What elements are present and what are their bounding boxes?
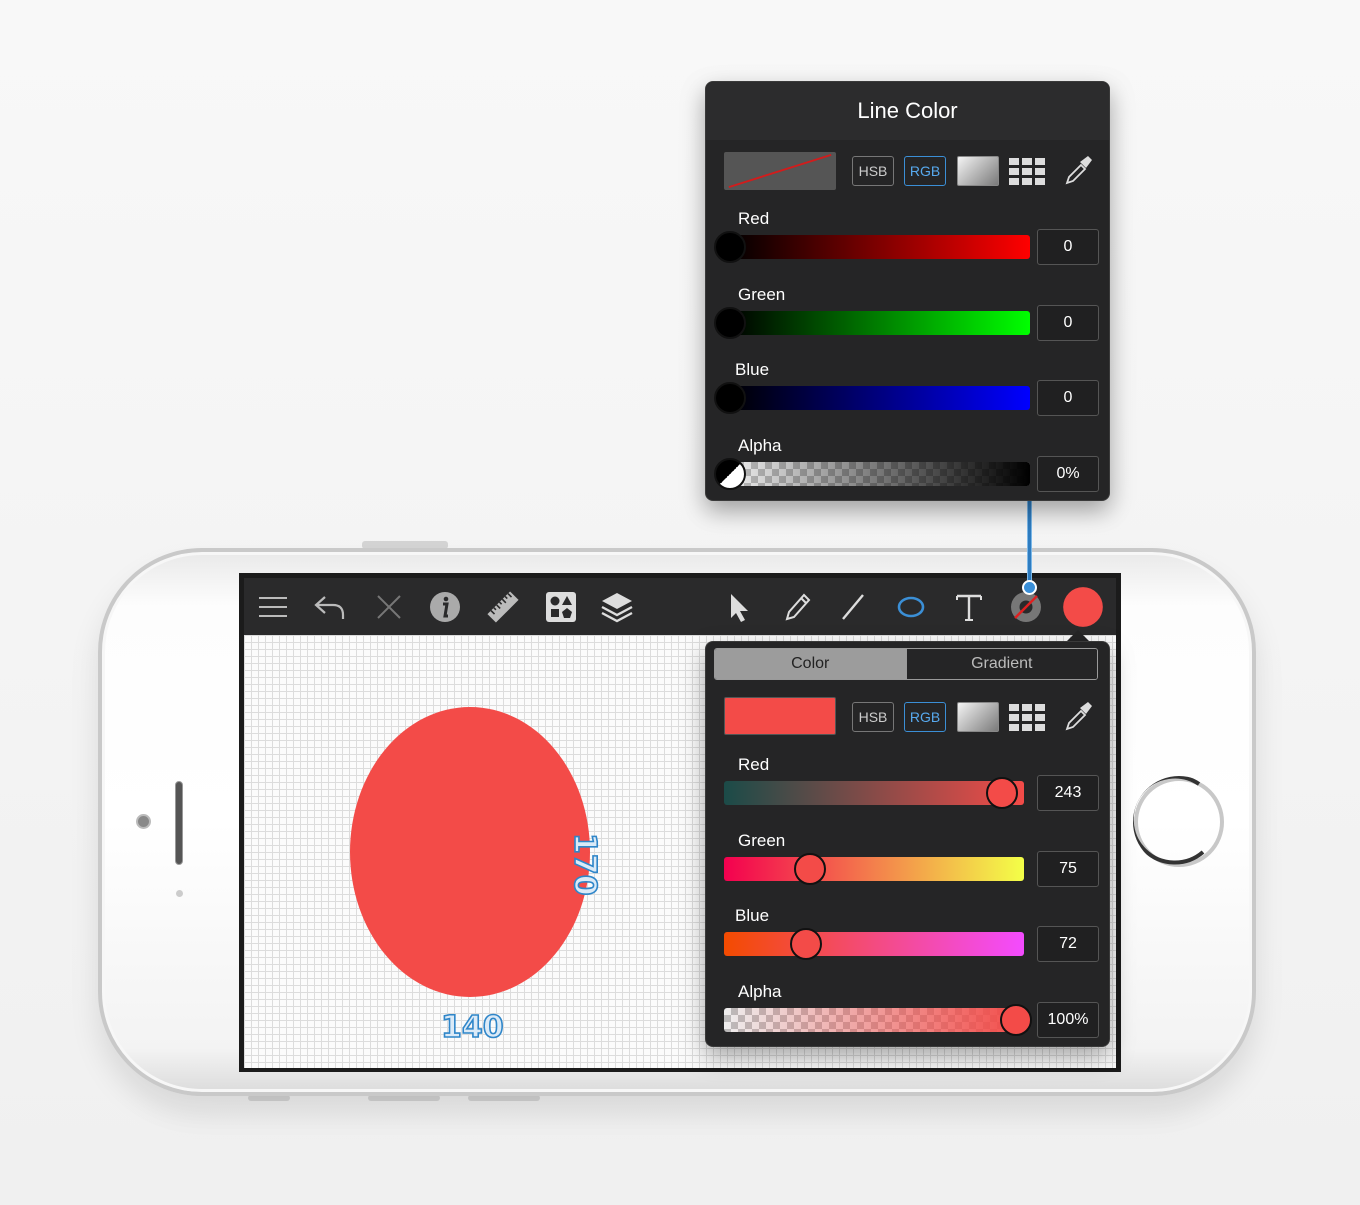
fill-color-popover: Color Gradient HSB RGB Red 243 Green 75 Blue… <box>705 641 1110 1047</box>
grayscale-mode-button[interactable] <box>957 702 999 732</box>
connector-dot <box>1022 580 1037 595</box>
slider-value-blue[interactable]: 0 <box>1037 380 1099 416</box>
proximity-sensor <box>176 890 183 897</box>
tab-gradient[interactable]: Gradient <box>905 649 1097 679</box>
slider-value-blue[interactable]: 72 <box>1037 926 1099 962</box>
select-tool[interactable] <box>716 584 762 630</box>
text-tool[interactable] <box>946 584 992 630</box>
hamburger-icon <box>259 597 287 617</box>
ellipse-icon <box>897 596 925 618</box>
slider-label-blue: Blue <box>735 360 770 379</box>
pencil-icon <box>785 593 811 621</box>
no-color-slash-icon <box>728 153 832 189</box>
ruler-button[interactable] <box>480 584 526 630</box>
tab-color[interactable]: Color <box>715 649 906 679</box>
earpiece-speaker <box>175 781 183 865</box>
slider-knob-red[interactable] <box>986 777 1018 809</box>
slider-label-green: Green <box>738 284 786 304</box>
front-camera <box>136 814 151 829</box>
layers-icon <box>601 593 633 623</box>
width-dimension-label: 140 <box>440 1009 504 1046</box>
color-type-segmented-control: Color Gradient <box>714 648 1098 680</box>
fill-color-button[interactable] <box>1061 585 1105 629</box>
slider-track-blue[interactable] <box>730 386 1030 410</box>
fill-color-swatch <box>724 697 836 735</box>
shapes-icon <box>546 592 576 622</box>
popover-connector <box>1027 500 1032 587</box>
eyedropper-icon[interactable] <box>1061 699 1095 733</box>
layers-button[interactable] <box>594 584 640 630</box>
grayscale-mode-button[interactable] <box>957 156 999 186</box>
ellipse-tool[interactable] <box>888 584 934 630</box>
hsb-mode-button[interactable]: HSB <box>852 156 894 186</box>
slider-label-red: Red <box>738 209 770 228</box>
swatch-grid-icon[interactable] <box>1008 702 1048 732</box>
popover-title: Line Color <box>706 82 1109 140</box>
menu-button[interactable] <box>250 584 296 630</box>
ellipse-shape[interactable] <box>350 707 590 997</box>
rgb-mode-button[interactable]: RGB <box>904 702 946 732</box>
height-dimension-label: 170 <box>566 832 603 896</box>
line-color-popover: Line Color HSB RGB Red 0 Green 0 Blue 0 Alpha 0… <box>705 81 1110 501</box>
info-button[interactable] <box>422 584 468 630</box>
slider-gradient <box>724 1007 1024 1032</box>
slider-track-red[interactable] <box>730 235 1030 259</box>
pencil-tool[interactable] <box>774 584 820 630</box>
slider-label-red: Red <box>738 755 770 774</box>
slider-track-green[interactable] <box>730 310 1030 335</box>
slider-value-alpha[interactable]: 100% <box>1037 1001 1099 1038</box>
slider-gradient <box>724 932 1024 956</box>
slider-value-green[interactable]: 0 <box>1037 304 1099 341</box>
slider-value-red[interactable]: 243 <box>1037 775 1099 811</box>
slider-track-alpha[interactable] <box>730 461 1030 486</box>
slider-knob-green[interactable] <box>714 306 746 339</box>
home-button[interactable] <box>1133 776 1225 868</box>
slider-knob-blue[interactable] <box>790 928 822 960</box>
delete-button[interactable] <box>366 584 412 630</box>
slider-value-red[interactable]: 0 <box>1037 229 1099 265</box>
slider-gradient <box>730 310 1030 335</box>
slider-knob-red[interactable] <box>714 231 746 263</box>
shapes-button[interactable] <box>538 584 584 630</box>
eyedropper-icon[interactable] <box>1061 153 1095 187</box>
undo-icon <box>314 596 345 619</box>
slider-label-alpha: Alpha <box>738 435 782 455</box>
slider-gradient <box>730 461 1030 486</box>
swatch-grid-icon[interactable] <box>1008 156 1048 186</box>
slider-label-blue: Blue <box>735 906 770 925</box>
ruler-icon <box>487 591 519 623</box>
slider-track-alpha[interactable] <box>724 1007 1024 1032</box>
undo-button[interactable] <box>306 584 352 630</box>
slider-value-green[interactable]: 75 <box>1037 850 1099 887</box>
close-icon <box>377 595 401 619</box>
pointer-arrow-icon <box>731 594 748 622</box>
text-icon <box>956 594 982 621</box>
rgb-mode-button[interactable]: RGB <box>904 156 946 186</box>
toolbar <box>244 578 1116 635</box>
slider-track-green[interactable] <box>724 856 1024 881</box>
slider-value-alpha[interactable]: 0% <box>1037 455 1099 492</box>
slider-track-red[interactable] <box>724 781 1024 805</box>
line-icon <box>842 594 864 620</box>
info-icon <box>430 592 460 622</box>
slider-gradient <box>724 781 1024 805</box>
fill-color-icon <box>1063 587 1103 627</box>
slider-gradient <box>724 856 1024 881</box>
slider-gradient <box>730 235 1030 259</box>
slider-knob-blue[interactable] <box>714 382 746 414</box>
slider-knob-alpha[interactable] <box>714 457 746 490</box>
hsb-mode-button[interactable]: HSB <box>852 702 894 732</box>
slider-gradient <box>730 386 1030 410</box>
line-color-swatch <box>724 152 836 190</box>
line-tool[interactable] <box>830 584 876 630</box>
slider-knob-alpha[interactable] <box>1000 1003 1032 1036</box>
slider-track-blue[interactable] <box>724 932 1024 956</box>
slider-label-green: Green <box>738 830 786 850</box>
slider-label-alpha: Alpha <box>738 981 782 1001</box>
slider-knob-green[interactable] <box>794 852 826 885</box>
